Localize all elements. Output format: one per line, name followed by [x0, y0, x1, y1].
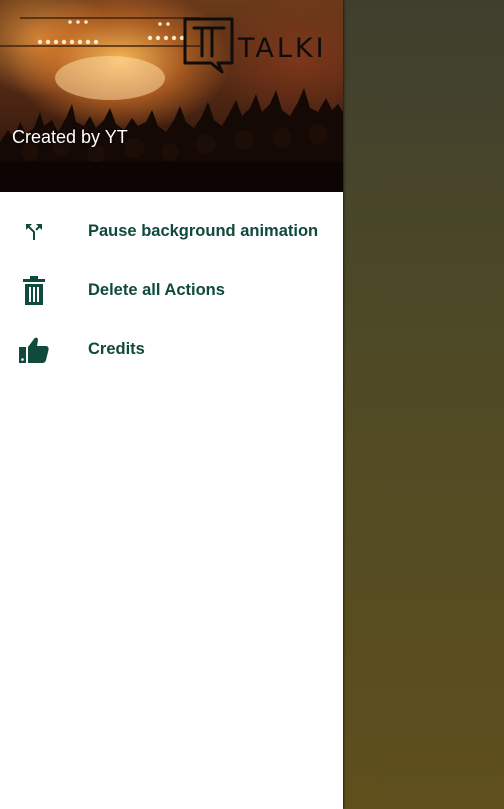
menu-item-pause-animation[interactable]: Pause background animation — [0, 202, 343, 261]
thumbs-up-icon — [18, 334, 50, 366]
app-root: TALKI Created by YT Pause background ani… — [0, 0, 504, 809]
drawer-header: TALKI Created by YT — [0, 0, 343, 192]
drawer-menu: Pause background animation Delete all Ac… — [0, 202, 343, 379]
menu-item-label: Pause background animation — [88, 222, 319, 240]
call-split-icon — [18, 216, 50, 248]
navigation-drawer: TALKI Created by YT Pause background ani… — [0, 0, 343, 809]
menu-item-label: Delete all Actions — [88, 281, 225, 299]
created-by-text: Created by YT — [12, 127, 128, 147]
menu-item-delete-actions[interactable]: Delete all Actions — [0, 261, 343, 320]
app-logo: TALKI — [182, 16, 327, 74]
trash-icon — [18, 275, 50, 307]
logo-text: TALKI — [238, 32, 327, 64]
menu-item-label: Credits — [88, 340, 145, 358]
menu-item-credits[interactable]: Credits — [0, 320, 343, 379]
talki-logo-icon — [183, 17, 234, 74]
